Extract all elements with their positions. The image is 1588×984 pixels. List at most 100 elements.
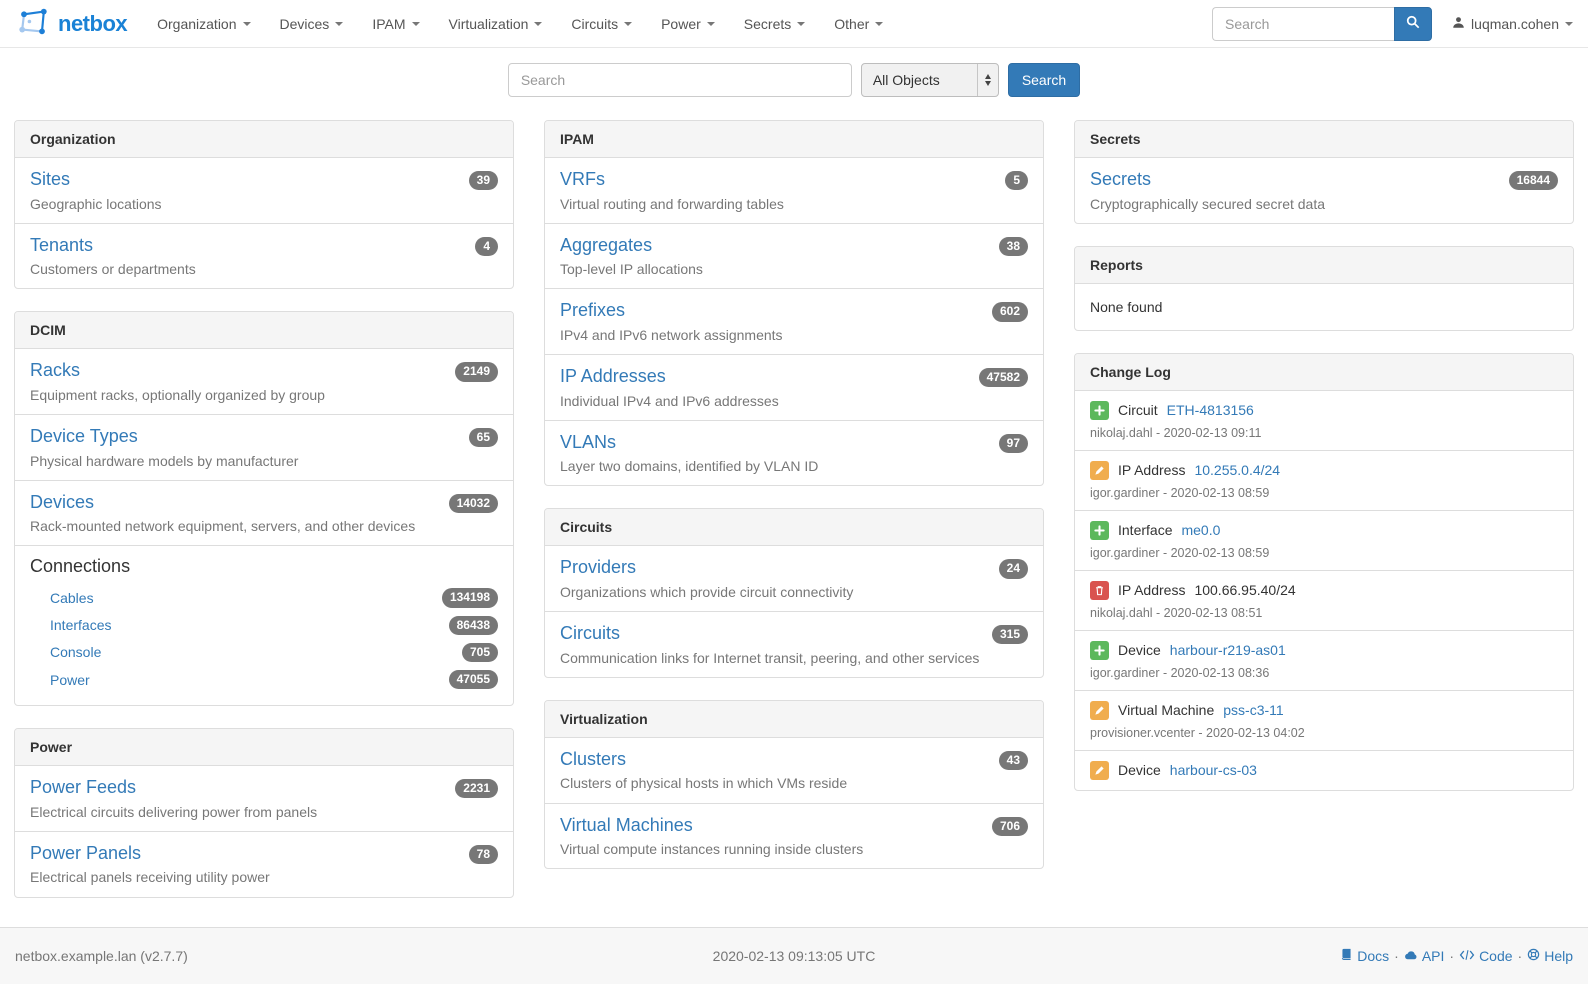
- search-button[interactable]: Search: [1008, 63, 1080, 97]
- interfaces-link[interactable]: Interfaces: [50, 617, 111, 633]
- cables-link[interactable]: Cables: [50, 590, 94, 606]
- docs-link[interactable]: Docs: [1340, 948, 1389, 964]
- list-item-racks: Racks 2149 Equipment racks, optionally o…: [15, 349, 513, 414]
- prefixes-count-badge: 602: [992, 302, 1028, 321]
- search-input[interactable]: [508, 63, 852, 97]
- power-panels-link[interactable]: Power Panels: [30, 842, 141, 865]
- changelog-object-link[interactable]: pss-c3-11: [1223, 702, 1283, 718]
- racks-count-badge: 2149: [455, 362, 498, 381]
- panel-secrets: Secrets Secrets 16844 Cryptographically …: [1074, 120, 1574, 224]
- chevron-down-icon: [335, 22, 343, 26]
- panel-power-title: Power: [15, 729, 513, 766]
- chevron-down-icon: [624, 22, 632, 26]
- top-navbar: netbox Organization Devices IPAM Virtual…: [0, 0, 1588, 48]
- list-item-providers: Providers 24 Organizations which provide…: [545, 546, 1043, 611]
- navbar-search-button[interactable]: [1394, 7, 1432, 41]
- devices-link[interactable]: Devices: [30, 491, 94, 514]
- changelog-object-link[interactable]: me0.0: [1181, 522, 1220, 538]
- device-types-link[interactable]: Device Types: [30, 425, 138, 448]
- code-link[interactable]: Code: [1459, 948, 1512, 964]
- global-search-bar: All Objects Search: [0, 63, 1588, 97]
- changelog-entry: Circuit ETH-4813156 nikolaj.dahl - 2020-…: [1075, 391, 1573, 450]
- devices-count-badge: 14032: [449, 494, 498, 513]
- prefixes-link[interactable]: Prefixes: [560, 299, 625, 322]
- connections-section: Connections Cables 134198 Interfaces 864…: [15, 545, 513, 705]
- vlans-count-badge: 97: [999, 434, 1028, 453]
- code-icon: [1459, 948, 1475, 964]
- nav-menu-devices[interactable]: Devices: [280, 16, 344, 32]
- panel-organization-title: Organization: [15, 121, 513, 158]
- navbar-search-input[interactable]: [1212, 7, 1394, 41]
- console-link[interactable]: Console: [50, 644, 101, 660]
- panel-circuits-title: Circuits: [545, 509, 1043, 546]
- devices-description: Rack-mounted network equipment, servers,…: [30, 517, 498, 535]
- list-item-devices: Devices 14032 Rack-mounted network equip…: [15, 480, 513, 546]
- power-feeds-link[interactable]: Power Feeds: [30, 776, 136, 799]
- nav-menu-ipam[interactable]: IPAM: [372, 16, 419, 32]
- racks-link[interactable]: Racks: [30, 359, 80, 382]
- vlans-link[interactable]: VLANs: [560, 431, 616, 454]
- changelog-object-link[interactable]: ETH-4813156: [1167, 402, 1254, 418]
- nav-menu-other[interactable]: Other: [834, 16, 883, 32]
- panel-virtualization: Virtualization Clusters 43 Clusters of p…: [544, 700, 1044, 869]
- help-link[interactable]: Help: [1527, 948, 1573, 964]
- sites-link[interactable]: Sites: [30, 168, 70, 191]
- changelog-object-type: IP Address: [1118, 462, 1185, 478]
- connections-title: Connections: [30, 556, 498, 577]
- dashboard: Organization Sites 39 Geographic locatio…: [0, 120, 1588, 927]
- list-item-prefixes: Prefixes 602 IPv4 and IPv6 network assig…: [545, 288, 1043, 354]
- nav-menus: Organization Devices IPAM Virtualization…: [157, 16, 883, 32]
- chevron-down-icon: [1565, 22, 1573, 26]
- book-icon: [1340, 948, 1353, 964]
- chevron-down-icon: [707, 22, 715, 26]
- changelog-object-type: Circuit: [1118, 402, 1158, 418]
- changelog-entry: Interface me0.0 igor.gardiner - 2020-02-…: [1075, 510, 1573, 570]
- vrfs-link[interactable]: VRFs: [560, 168, 605, 191]
- nav-menu-power[interactable]: Power: [661, 16, 715, 32]
- panel-virtualization-title: Virtualization: [545, 701, 1043, 738]
- power-connections-link[interactable]: Power: [50, 672, 90, 688]
- circuits-description: Communication links for Internet transit…: [560, 649, 1028, 667]
- power-connections-count-badge: 47055: [449, 670, 498, 689]
- panel-ipam-title: IPAM: [545, 121, 1043, 158]
- power-panels-description: Electrical panels receiving utility powe…: [30, 868, 498, 886]
- nav-menu-circuits[interactable]: Circuits: [571, 16, 632, 32]
- prefixes-description: IPv4 and IPv6 network assignments: [560, 326, 1028, 344]
- changelog-meta: nikolaj.dahl - 2020-02-13 08:51: [1090, 606, 1558, 620]
- column-right: Secrets Secrets 16844 Cryptographically …: [1074, 120, 1574, 813]
- ip-addresses-link[interactable]: IP Addresses: [560, 365, 666, 388]
- list-item-interfaces: Interfaces 86438: [30, 612, 498, 639]
- circuits-link[interactable]: Circuits: [560, 622, 620, 645]
- changelog-object-link[interactable]: 10.255.0.4/24: [1194, 462, 1280, 478]
- column-left: Organization Sites 39 Geographic locatio…: [14, 120, 514, 920]
- api-link[interactable]: API: [1404, 948, 1445, 964]
- footer-timestamp: 2020-02-13 09:13:05 UTC: [713, 948, 876, 964]
- aggregates-link[interactable]: Aggregates: [560, 234, 652, 257]
- nav-menu-secrets[interactable]: Secrets: [744, 16, 805, 32]
- changelog-object-link[interactable]: harbour-cs-03: [1170, 762, 1257, 778]
- tenants-description: Customers or departments: [30, 260, 498, 278]
- list-item-vrfs: VRFs 5 Virtual routing and forwarding ta…: [545, 158, 1043, 223]
- ip-addresses-count-badge: 47582: [979, 368, 1028, 387]
- nav-menu-virtualization[interactable]: Virtualization: [449, 16, 543, 32]
- changelog-object-link[interactable]: harbour-r219-as01: [1170, 642, 1286, 658]
- virtual-machines-link[interactable]: Virtual Machines: [560, 814, 693, 837]
- edit-action-icon: [1090, 761, 1109, 780]
- racks-description: Equipment racks, optionally organized by…: [30, 386, 498, 404]
- tenants-link[interactable]: Tenants: [30, 234, 93, 257]
- list-item-vlans: VLANs 97 Layer two domains, identified b…: [545, 420, 1043, 486]
- list-item-console: Console 705: [30, 639, 498, 666]
- user-icon: [1452, 16, 1465, 32]
- clusters-link[interactable]: Clusters: [560, 748, 626, 771]
- footer-links: Docs · API · Code · Help: [1340, 948, 1573, 964]
- object-type-select[interactable]: All Objects: [861, 63, 999, 97]
- power-feeds-description: Electrical circuits delivering power fro…: [30, 803, 498, 821]
- nav-menu-organization[interactable]: Organization: [157, 16, 250, 32]
- panel-changelog-title: Change Log: [1075, 354, 1573, 391]
- netbox-brand[interactable]: netbox: [15, 6, 127, 42]
- list-item-clusters: Clusters 43 Clusters of physical hosts i…: [545, 738, 1043, 803]
- secrets-link[interactable]: Secrets: [1090, 168, 1151, 191]
- providers-link[interactable]: Providers: [560, 556, 636, 579]
- power-feeds-count-badge: 2231: [455, 779, 498, 798]
- user-menu[interactable]: luqman.cohen: [1452, 16, 1573, 32]
